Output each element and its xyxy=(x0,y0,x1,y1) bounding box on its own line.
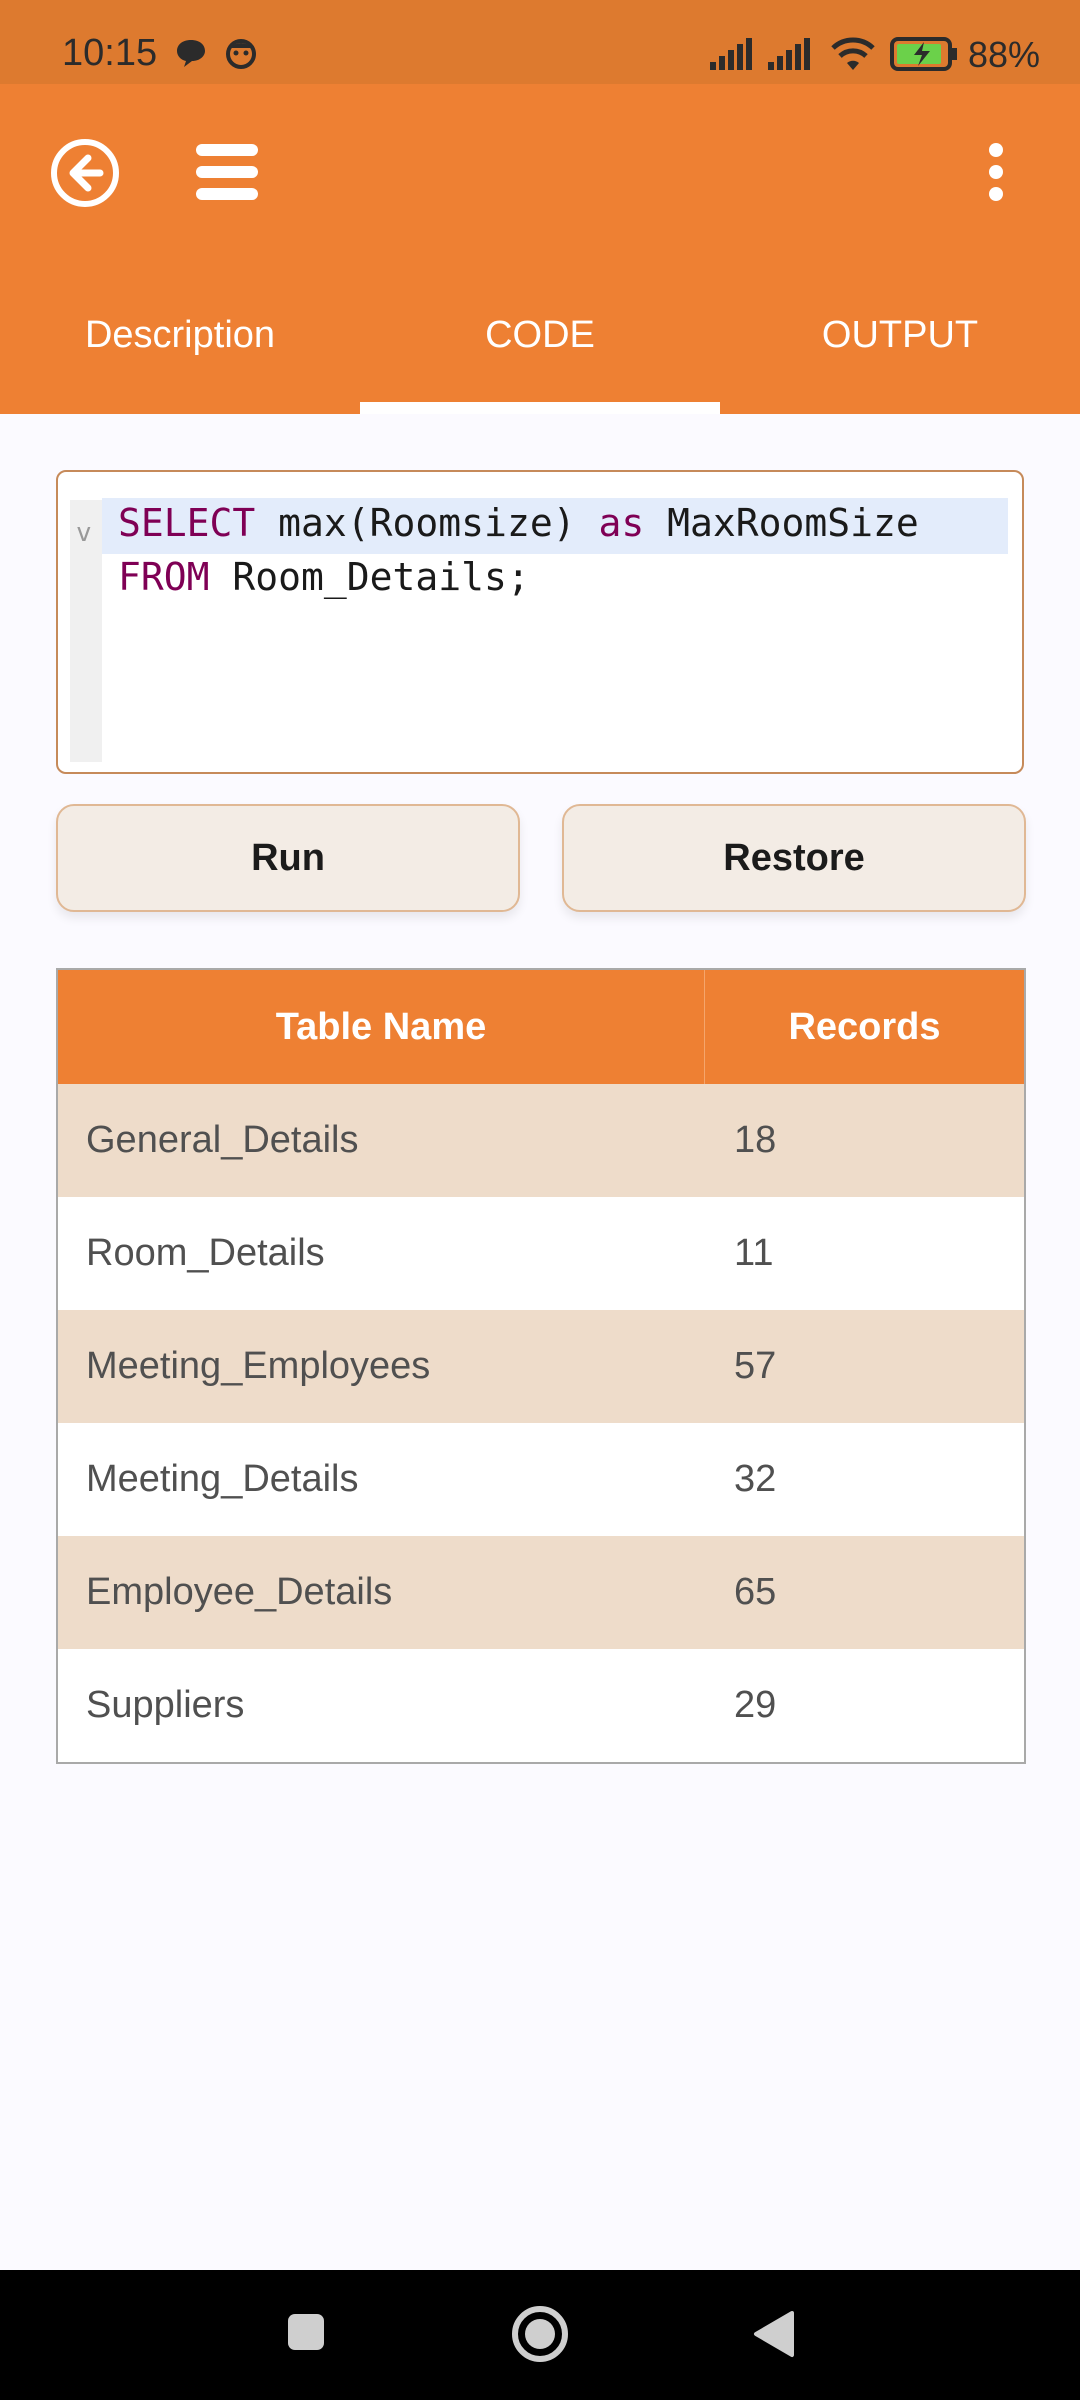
menu-button[interactable] xyxy=(194,142,260,207)
battery-charging-icon xyxy=(890,36,960,77)
status-bar: 10:15 88% xyxy=(0,0,1080,84)
hamburger-menu-icon xyxy=(196,144,258,200)
home-button[interactable] xyxy=(510,2304,570,2369)
triangle-back-icon xyxy=(754,2311,794,2357)
sql-code-editor[interactable]: v SELECT max(Roomsize) as MaxRoomSize FR… xyxy=(56,470,1024,774)
battery-percent: 88% xyxy=(968,34,1041,75)
back-button[interactable] xyxy=(48,136,122,215)
table-row[interactable]: Meeting_Details 32 xyxy=(58,1423,1024,1536)
chat-notification-icon xyxy=(174,36,208,75)
code-keyword: SELECT xyxy=(118,501,256,545)
signal-icon-sim1 xyxy=(708,36,756,77)
app-notification-icon xyxy=(224,36,258,75)
wifi-icon xyxy=(828,36,878,77)
recents-button[interactable] xyxy=(286,2312,326,2357)
column-header-table-name: Table Name xyxy=(58,970,705,1084)
code-text-segment: max(Roomsize) xyxy=(255,501,599,545)
circle-home-icon xyxy=(512,2306,568,2362)
code-keyword: as xyxy=(598,501,645,545)
fold-marker[interactable]: v xyxy=(76,518,92,548)
cell-records: 29 xyxy=(734,1684,777,1726)
cell-table-name: General_Details xyxy=(86,1119,359,1161)
overflow-menu-button[interactable] xyxy=(984,142,1008,207)
cell-table-name: Room_Details xyxy=(86,1232,325,1274)
code-text-segment: MaxRoomSize xyxy=(644,501,919,545)
table-body: General_Details 18 Room_Details 11 Meeti… xyxy=(58,1084,1024,1762)
tab-code[interactable]: CODE xyxy=(360,300,720,370)
cell-records: 32 xyxy=(734,1458,777,1500)
cell-records: 65 xyxy=(734,1571,777,1613)
back-nav-button[interactable] xyxy=(752,2310,796,2363)
code-keyword: FROM xyxy=(118,555,210,599)
system-navigation-bar xyxy=(0,2270,1080,2400)
cell-records: 18 xyxy=(734,1119,777,1161)
table-header: Table Name Records xyxy=(58,970,1024,1084)
tab-output[interactable]: OUTPUT xyxy=(720,300,1080,370)
table-row[interactable]: Meeting_Employees 57 xyxy=(58,1310,1024,1423)
more-vertical-icon xyxy=(989,143,1003,201)
table-row[interactable]: General_Details 18 xyxy=(58,1084,1024,1197)
tables-list: Table Name Records General_Details 18 Ro… xyxy=(56,968,1026,1764)
cell-table-name: Meeting_Employees xyxy=(86,1345,431,1387)
cell-records: 57 xyxy=(734,1345,777,1387)
cell-table-name: Suppliers xyxy=(86,1684,245,1726)
tab-description[interactable]: Description xyxy=(0,300,360,370)
restore-button[interactable]: Restore xyxy=(562,804,1026,912)
status-time: 10:15 xyxy=(62,32,158,74)
column-header-records: Records xyxy=(788,1005,941,1048)
signal-icon-sim2 xyxy=(766,36,814,77)
table-row[interactable]: Room_Details 11 xyxy=(58,1197,1024,1310)
back-arrow-icon xyxy=(51,139,119,207)
run-button[interactable]: Run xyxy=(56,804,520,912)
cell-records: 11 xyxy=(734,1232,774,1274)
square-recents-icon xyxy=(288,2314,324,2350)
table-row[interactable]: Employee_Details 65 xyxy=(58,1536,1024,1649)
table-row[interactable]: Suppliers 29 xyxy=(58,1649,1024,1762)
cell-table-name: Employee_Details xyxy=(86,1571,393,1613)
cell-table-name: Meeting_Details xyxy=(86,1458,359,1500)
active-tab-indicator xyxy=(360,402,720,414)
code-text-segment: Room_Details; xyxy=(209,555,530,599)
code-text[interactable]: SELECT max(Roomsize) as MaxRoomSize FROM… xyxy=(118,496,919,604)
